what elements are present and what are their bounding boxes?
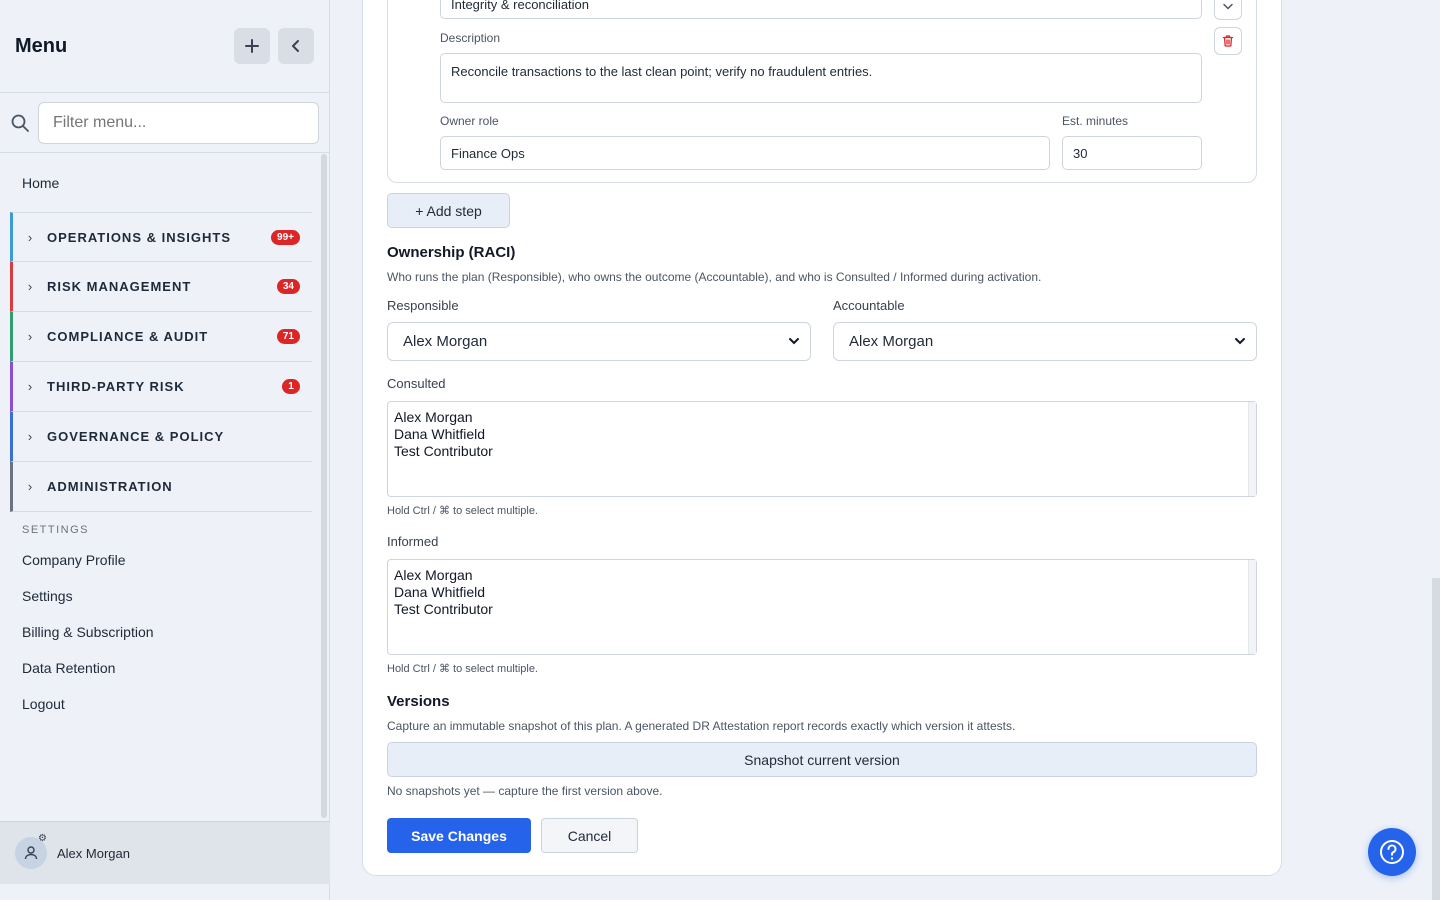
responsible-select[interactable]: Alex Morgan: [387, 322, 811, 361]
sidebar-group-risk[interactable]: › RISK MANAGEMENT 34: [10, 262, 312, 312]
settings-section-header: SETTINGS: [22, 524, 90, 536]
chevron-down-icon: [789, 338, 799, 345]
consulted-label: Consulted: [387, 376, 446, 391]
gear-icon: ⚙: [38, 833, 47, 844]
save-changes-button[interactable]: Save Changes: [387, 818, 531, 853]
est-minutes-input[interactable]: 30: [1062, 136, 1202, 170]
consulted-option[interactable]: Test Contributor: [394, 443, 1250, 460]
sidebar-group-compliance[interactable]: › COMPLIANCE & AUDIT 71: [10, 312, 312, 362]
trash-icon: [1222, 35, 1234, 47]
sidebar-group-label: GOVERNANCE & POLICY: [47, 429, 225, 444]
informed-label: Informed: [387, 534, 439, 549]
page-scrollbar[interactable]: [1432, 578, 1440, 900]
help-button[interactable]: [1368, 828, 1416, 876]
responsible-label: Responsible: [387, 298, 459, 313]
sidebar-group-governance[interactable]: › GOVERNANCE & POLICY: [10, 412, 312, 462]
chevron-down-icon: [1223, 3, 1233, 10]
count-badge: 99+: [271, 229, 300, 245]
consulted-option[interactable]: Dana Whitfield: [394, 426, 1250, 443]
sidebar-search: [0, 93, 329, 153]
owner-role-label: Owner role: [440, 114, 499, 128]
accountable-label: Accountable: [833, 298, 905, 313]
sidebar-item-company-profile[interactable]: Company Profile: [0, 542, 320, 578]
add-menu-button[interactable]: [234, 28, 270, 64]
multiselect-scrollbar[interactable]: [1248, 402, 1256, 496]
multiselect-scrollbar[interactable]: [1248, 560, 1256, 654]
versions-description: Capture an immutable snapshot of this pl…: [387, 719, 1016, 733]
user-name: Alex Morgan: [57, 845, 130, 861]
sidebar-item-data-retention[interactable]: Data Retention: [0, 650, 320, 686]
chevron-right-icon: ›: [27, 479, 33, 494]
accountable-select[interactable]: Alex Morgan: [833, 322, 1257, 361]
sidebar-item-logout[interactable]: Logout: [0, 686, 320, 722]
sidebar-group-label: COMPLIANCE & AUDIT: [47, 329, 209, 344]
chevron-left-icon: [292, 40, 299, 52]
sidebar-item-billing[interactable]: Billing & Subscription: [0, 614, 320, 650]
consulted-multiselect[interactable]: Alex Morgan Dana Whitfield Test Contribu…: [387, 401, 1257, 497]
sidebar-group-third-party[interactable]: › THIRD-PARTY RISK 1: [10, 362, 312, 412]
versions-empty-text: No snapshots yet — capture the first ver…: [387, 784, 663, 798]
count-badge: 1: [282, 379, 300, 394]
informed-option[interactable]: Dana Whitfield: [394, 584, 1250, 601]
move-step-down-button[interactable]: [1214, 0, 1242, 20]
sidebar-scrollbar[interactable]: [321, 154, 327, 818]
raci-description: Who runs the plan (Responsible), who own…: [387, 270, 1042, 284]
versions-title: Versions: [387, 693, 450, 710]
count-badge: 71: [276, 329, 300, 344]
informed-hint: Hold Ctrl / ⌘ to select multiple.: [387, 663, 538, 675]
consulted-option[interactable]: Alex Morgan: [394, 409, 1250, 426]
user-icon: [24, 846, 38, 860]
responsible-selected-value: Alex Morgan: [403, 333, 488, 350]
plus-icon: [245, 39, 259, 53]
consulted-hint: Hold Ctrl / ⌘ to select multiple.: [387, 505, 538, 517]
search-icon: [11, 114, 29, 132]
add-step-button[interactable]: + Add step: [387, 193, 510, 228]
chevron-right-icon: ›: [27, 429, 33, 444]
sidebar-header: Menu: [0, 0, 329, 93]
sidebar-nav: Home › OPERATIONS & INSIGHTS 99+ › RISK …: [0, 154, 320, 820]
sidebar-group-operations[interactable]: › OPERATIONS & INSIGHTS 99+: [10, 212, 312, 262]
user-profile[interactable]: ⚙ Alex Morgan: [0, 821, 330, 884]
raci-title: Ownership (RACI): [387, 244, 516, 261]
informed-option[interactable]: Alex Morgan: [394, 567, 1250, 584]
chevron-down-icon: [1235, 338, 1245, 345]
sidebar: Menu Home › OPERATIONS & INSIGHTS 99+ › …: [0, 0, 330, 900]
collapse-sidebar-button[interactable]: [278, 28, 314, 64]
filter-menu-input[interactable]: [38, 101, 319, 144]
count-badge: 34: [276, 279, 300, 294]
sidebar-group-label: RISK MANAGEMENT: [47, 279, 192, 294]
cancel-button[interactable]: Cancel: [541, 818, 638, 853]
accountable-selected-value: Alex Morgan: [849, 333, 934, 350]
description-label: Description: [440, 31, 501, 45]
sidebar-group-label: OPERATIONS & INSIGHTS: [47, 229, 231, 245]
chevron-right-icon: ›: [27, 329, 33, 344]
chevron-right-icon: ›: [27, 379, 33, 394]
delete-step-button[interactable]: [1214, 27, 1242, 55]
sidebar-title: Menu: [15, 34, 68, 57]
sidebar-item-home[interactable]: Home: [0, 154, 320, 212]
informed-option[interactable]: Test Contributor: [394, 601, 1250, 618]
help-icon: [1380, 840, 1404, 864]
owner-role-input[interactable]: Finance Ops: [440, 136, 1050, 170]
description-textarea[interactable]: Reconcile transactions to the last clean…: [440, 53, 1202, 103]
snapshot-version-button[interactable]: Snapshot current version: [387, 742, 1257, 777]
avatar: ⚙: [15, 833, 47, 869]
sidebar-group-administration[interactable]: › ADMINISTRATION: [10, 462, 312, 512]
informed-multiselect[interactable]: Alex Morgan Dana Whitfield Test Contribu…: [387, 559, 1257, 655]
sidebar-group-label: THIRD-PARTY RISK: [47, 379, 185, 394]
est-minutes-label: Est. minutes: [1062, 114, 1129, 128]
sidebar-group-label: ADMINISTRATION: [47, 479, 173, 494]
chevron-right-icon: ›: [27, 229, 33, 245]
step-title-input[interactable]: Integrity & reconciliation: [440, 0, 1202, 19]
sidebar-item-settings[interactable]: Settings: [0, 578, 320, 614]
chevron-right-icon: ›: [27, 279, 33, 294]
